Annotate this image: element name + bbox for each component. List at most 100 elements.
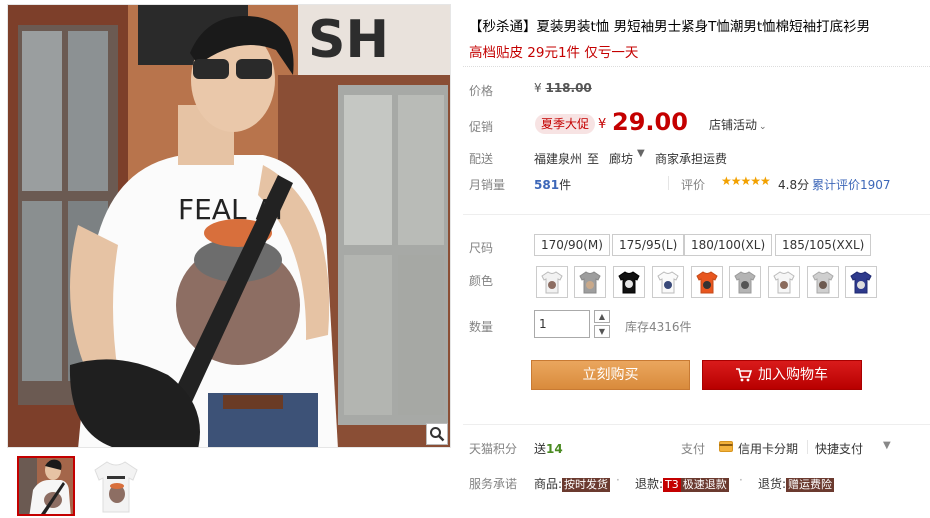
tmall-points-label: 天猫积分 — [469, 442, 518, 456]
color-swatch-white-grey-print[interactable] — [536, 266, 568, 298]
thumbnail-2[interactable] — [87, 456, 145, 516]
monthly-sales-unit: 件 — [559, 178, 572, 192]
original-price: ¥ 118.00 — [534, 81, 592, 95]
color-swatch-white-print[interactable] — [652, 266, 684, 298]
separator-dot: · — [739, 473, 743, 487]
product-info-panel: 【秒杀通】夏装男装t恤 男短袖男士紧身T恤潮男t恤棉短袖打底衫男 高档贴皮 29… — [463, 0, 930, 518]
on-time-delivery-tag[interactable]: 按时发货 — [562, 478, 611, 492]
tshirt-icon — [812, 271, 834, 294]
divider — [807, 440, 808, 454]
shop-activity-label: 店铺活动 — [709, 118, 758, 132]
size-option[interactable]: 180/100(XL) — [684, 234, 773, 256]
size-label: 尺码 — [469, 241, 494, 255]
quantity-input[interactable]: 1 — [534, 310, 590, 338]
product-title: 【秒杀通】夏装男装t恤 男短袖男士紧身T恤潮男t恤棉短袖打底衫男 — [469, 19, 871, 35]
color-swatch-black-print[interactable] — [613, 266, 645, 298]
divider — [668, 176, 669, 190]
return-shipping-insurance-tag[interactable]: 赠运费险 — [786, 478, 835, 492]
tmall-points: 送14 — [534, 440, 563, 457]
product-subtitle: 高档贴皮 29元1件 仅亏一天 — [469, 45, 639, 61]
tshirt-icon — [541, 271, 563, 294]
tshirt-icon — [579, 271, 601, 294]
add-to-cart-button[interactable]: 加入购物车 — [702, 360, 862, 390]
delivery-label: 配送 — [469, 152, 494, 166]
color-swatch-grey-print-3[interactable] — [807, 266, 839, 298]
tshirt-icon — [773, 271, 795, 294]
magnifier-icon — [430, 427, 445, 442]
rating-score: 4.8分 — [778, 178, 810, 192]
credit-card-icon — [719, 441, 733, 452]
service-goods-prefix: 商品: — [534, 477, 563, 491]
stock-count: 库存4316件 — [625, 320, 692, 334]
monthly-sales-label: 月销量 — [469, 178, 506, 192]
quick-pay-link[interactable]: 快捷支付 — [815, 440, 863, 457]
t3-badge: T3 — [663, 478, 681, 492]
tshirt-icon — [734, 271, 756, 294]
service-return-prefix: 退货: — [758, 477, 787, 491]
add-to-cart-label: 加入购物车 — [758, 367, 828, 383]
color-swatch-white-print-2[interactable] — [768, 266, 800, 298]
promo-price: 29.00 — [612, 108, 688, 136]
rating-stars-icon: ★★★★★ — [721, 174, 771, 188]
color-swatch-grey-print-2[interactable] — [729, 266, 761, 298]
service-goods: 商品: 按时发货 — [534, 475, 611, 492]
tshirt-icon — [657, 271, 679, 294]
divider — [463, 66, 930, 67]
main-product-image[interactable]: SH FEAL AI — [7, 4, 451, 448]
monthly-sales-count: 581 — [534, 178, 560, 192]
tshirt-icon — [850, 271, 872, 294]
thumbnail-model-photo — [19, 458, 73, 514]
service-return: 退货: 赠运费险 — [758, 475, 835, 492]
ship-destination-select[interactable]: 廊坊 — [609, 150, 633, 167]
ship-to-word: 至 — [587, 152, 600, 166]
points-prefix: 送 — [534, 442, 547, 456]
service-refund-prefix: 退款: — [635, 477, 664, 491]
chevron-up-icon: ▲ — [598, 312, 606, 321]
product-gallery: SH FEAL AI — [7, 4, 451, 516]
product-photo: SH FEAL AI — [8, 5, 450, 447]
service-label: 服务承诺 — [469, 477, 518, 491]
quantity-increase-button[interactable]: ▲ — [594, 310, 610, 323]
promo-yen-symbol: ¥ — [598, 117, 607, 132]
thumbnail-shirt-photo — [87, 456, 145, 516]
monthly-sales: 581件 — [534, 176, 571, 193]
tshirt-icon — [696, 271, 718, 294]
promo-label: 促销 — [469, 120, 494, 134]
color-swatch-grey-print[interactable] — [574, 266, 606, 298]
points-value: 14 — [546, 442, 563, 456]
credit-installment-link[interactable]: 信用卡分期 — [738, 440, 798, 457]
service-refund: 退款: T3 极速退款 — [635, 475, 729, 492]
destination-chevron-icon[interactable]: ▼ — [637, 148, 645, 159]
chevron-down-icon: ⌄ — [759, 122, 767, 132]
tshirt-icon — [618, 271, 640, 294]
color-swatch-navy-print[interactable] — [845, 266, 877, 298]
yen-symbol: ¥ — [534, 81, 542, 95]
promo-badge: 夏季大促 — [535, 114, 596, 134]
quantity-label: 数量 — [469, 320, 494, 334]
payment-label: 支付 — [681, 442, 706, 456]
buy-now-label: 立刻购买 — [582, 367, 639, 383]
thumbnail-1[interactable] — [17, 456, 75, 516]
shop-activity-dropdown[interactable]: 店铺活动 ⌄ — [709, 116, 767, 133]
chevron-down-icon: ▼ — [598, 327, 606, 336]
color-swatch-orange-print[interactable] — [691, 266, 723, 298]
original-price-value: 118.00 — [545, 81, 592, 95]
zoom-button[interactable] — [426, 423, 448, 445]
price-label: 价格 — [469, 84, 494, 98]
size-option[interactable]: 175/95(L) — [612, 234, 685, 256]
separator-dot: · — [616, 473, 620, 487]
buy-now-button[interactable]: 立刻购买 — [531, 360, 690, 390]
shipping-fee-note: 商家承担运费 — [655, 152, 728, 166]
size-option[interactable]: 185/105(XXL) — [775, 234, 872, 256]
size-option[interactable]: 170/90(M) — [534, 234, 610, 256]
fast-refund-tag[interactable]: 极速退款 — [680, 478, 729, 492]
ship-from: 福建泉州 — [534, 152, 583, 166]
color-label: 颜色 — [469, 274, 494, 288]
quantity-decrease-button[interactable]: ▼ — [594, 325, 610, 338]
review-count-link[interactable]: 累计评价1907 — [812, 176, 891, 193]
rating-label: 评价 — [681, 178, 706, 192]
chevron-down-icon[interactable]: ▼ — [883, 440, 891, 451]
svg-text:SH: SH — [308, 10, 389, 70]
divider — [463, 214, 930, 215]
thumbnail-strip — [7, 452, 451, 518]
